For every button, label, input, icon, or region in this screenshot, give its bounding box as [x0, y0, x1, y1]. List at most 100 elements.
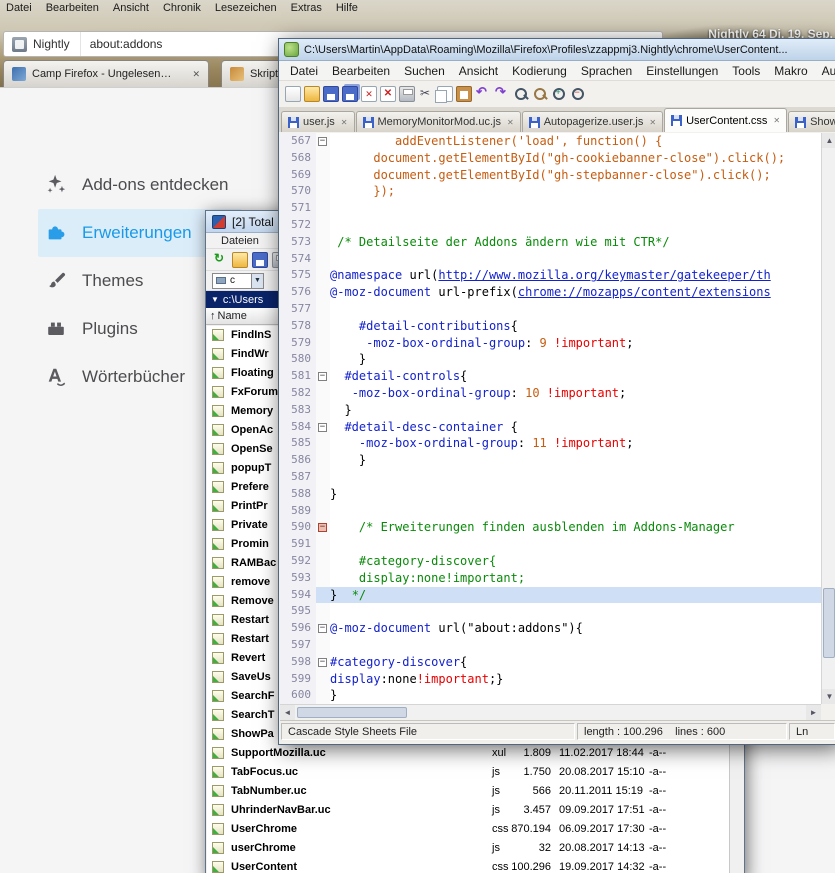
- file-row[interactable]: SupportMozilla.ucxul1.80911.02.2017 18:4…: [207, 744, 729, 763]
- fold-margin[interactable]: [316, 587, 330, 604]
- fold-margin[interactable]: [316, 553, 330, 570]
- fold-margin[interactable]: [316, 167, 330, 184]
- editor-tab[interactable]: ShowPass✕: [788, 111, 835, 132]
- code-text[interactable]: display:none!important;: [330, 570, 835, 587]
- fold-marker-icon[interactable]: −: [318, 137, 327, 146]
- file-row[interactable]: TabFocus.ucjs1.75020.08.2017 15:10-a--: [207, 763, 729, 782]
- menu-item-ausführen[interactable]: Ausführen: [815, 64, 835, 78]
- fold-margin[interactable]: [316, 150, 330, 167]
- find-icon[interactable]: [513, 86, 529, 102]
- menu-item-datei[interactable]: Datei: [283, 64, 325, 78]
- drive-selector[interactable]: c ▼: [212, 273, 264, 289]
- code-editor[interactable]: 567− addEventListener('load', function()…: [280, 133, 835, 704]
- menu-item-einstellungen[interactable]: Einstellungen: [639, 64, 725, 78]
- menu-item-makro[interactable]: Makro: [767, 64, 814, 78]
- menu-dateien[interactable]: Dateien: [214, 235, 266, 247]
- editor-vscrollbar[interactable]: ▲ ▼: [821, 133, 835, 704]
- code-text[interactable]: #category-discover{: [330, 553, 835, 570]
- fold-margin[interactable]: −: [316, 519, 330, 536]
- fold-margin[interactable]: −: [316, 368, 330, 385]
- fold-marker-icon[interactable]: −: [318, 523, 327, 532]
- code-text[interactable]: }: [330, 452, 835, 469]
- fold-margin[interactable]: −: [316, 419, 330, 436]
- fold-margin[interactable]: [316, 385, 330, 402]
- fold-margin[interactable]: [316, 402, 330, 419]
- code-text[interactable]: #detail-desc-container {: [330, 419, 835, 436]
- code-text[interactable]: #detail-contributions{: [330, 318, 835, 335]
- menu-item-ansicht[interactable]: Ansicht: [113, 2, 149, 14]
- editor-tab[interactable]: UserContent.css✕: [664, 108, 787, 132]
- tab-close-icon[interactable]: ✕: [507, 118, 514, 127]
- menu-item-suchen[interactable]: Suchen: [397, 64, 452, 78]
- code-text[interactable]: [330, 200, 835, 217]
- fold-margin[interactable]: [316, 267, 330, 284]
- code-text[interactable]: #detail-controls{: [330, 368, 835, 385]
- code-text[interactable]: document.getElementById("gh-cookiebanner…: [330, 150, 835, 167]
- redo-icon[interactable]: [494, 86, 510, 102]
- identity-button[interactable]: Nightly: [4, 32, 81, 56]
- copy-icon[interactable]: [437, 86, 453, 102]
- fold-margin[interactable]: [316, 503, 330, 520]
- fold-margin[interactable]: [316, 335, 330, 352]
- editor-titlebar[interactable]: C:\Users\Martin\AppData\Roaming\Mozilla\…: [279, 39, 835, 61]
- fold-margin[interactable]: [316, 452, 330, 469]
- code-text[interactable]: addEventListener('load', function() {: [330, 133, 835, 150]
- fold-margin[interactable]: [316, 183, 330, 200]
- fold-margin[interactable]: [316, 486, 330, 503]
- code-text[interactable]: [330, 469, 835, 486]
- new-file-icon[interactable]: [285, 86, 301, 102]
- code-text[interactable]: @-moz-document url("about:addons"){: [330, 620, 835, 637]
- save-icon[interactable]: [323, 86, 339, 102]
- fold-margin[interactable]: [316, 435, 330, 452]
- file-row[interactable]: UserContentcss100.29619.09.2017 14:32-a-…: [207, 858, 729, 873]
- fold-margin[interactable]: [316, 318, 330, 335]
- fold-margin[interactable]: −: [316, 654, 330, 671]
- editor-tab[interactable]: MemoryMonitorMod.uc.js✕: [356, 111, 521, 132]
- code-text[interactable]: #category-discover{: [330, 654, 835, 671]
- fold-margin[interactable]: [316, 251, 330, 268]
- code-text[interactable]: @-moz-document url-prefix(chrome://mozap…: [330, 284, 835, 301]
- tab-close-icon[interactable]: ✕: [773, 116, 780, 125]
- menu-item-hilfe[interactable]: Hilfe: [336, 2, 358, 14]
- code-text[interactable]: } */: [330, 587, 835, 604]
- menu-item-kodierung[interactable]: Kodierung: [505, 64, 574, 78]
- open-folder-icon[interactable]: [304, 86, 320, 102]
- scroll-left-icon[interactable]: ◄: [280, 705, 295, 720]
- tab-close-icon[interactable]: ✕: [192, 69, 200, 80]
- close-icon[interactable]: [361, 86, 377, 102]
- fold-margin[interactable]: [316, 536, 330, 553]
- code-text[interactable]: -moz-box-ordinal-group: 10 !important;: [330, 385, 835, 402]
- code-text[interactable]: -moz-box-ordinal-group: 9 !important;: [330, 335, 835, 352]
- file-row[interactable]: UhrinderNavBar.ucjs3.45709.09.2017 17:51…: [207, 801, 729, 820]
- code-text[interactable]: [330, 301, 835, 318]
- save-all-icon[interactable]: [342, 86, 358, 102]
- fold-margin[interactable]: [316, 301, 330, 318]
- editor-tab[interactable]: user.js✕: [281, 111, 355, 132]
- fold-margin[interactable]: [316, 351, 330, 368]
- fold-marker-icon[interactable]: −: [318, 423, 327, 432]
- code-text[interactable]: document.getElementById("gh-stepbanner-c…: [330, 167, 835, 184]
- menu-item-sprachen[interactable]: Sprachen: [574, 64, 639, 78]
- menu-item-chronik[interactable]: Chronik: [163, 2, 201, 14]
- print-icon[interactable]: [399, 86, 415, 102]
- tab-close-icon[interactable]: ✕: [341, 118, 348, 127]
- fold-margin[interactable]: [316, 570, 330, 587]
- code-text[interactable]: /* Detailseite der Addons ändern wie mit…: [330, 234, 835, 251]
- code-text[interactable]: [330, 503, 835, 520]
- zoom-in-icon[interactable]: [551, 86, 567, 102]
- code-text[interactable]: });: [330, 183, 835, 200]
- replace-icon[interactable]: [532, 86, 548, 102]
- scroll-down-icon[interactable]: ▼: [822, 689, 835, 704]
- menu-item-lesezeichen[interactable]: Lesezeichen: [215, 2, 277, 14]
- tab-close-icon[interactable]: ✕: [649, 118, 656, 127]
- code-text[interactable]: [330, 536, 835, 553]
- code-text[interactable]: display:none!important;}: [330, 671, 835, 688]
- code-text[interactable]: [330, 603, 835, 620]
- code-text[interactable]: [330, 637, 835, 654]
- tc-refresh-icon[interactable]: [212, 252, 228, 268]
- sidebar-item-discover[interactable]: Add-ons entdecken: [38, 161, 242, 209]
- paste-icon[interactable]: [456, 86, 472, 102]
- save-icon[interactable]: [252, 252, 268, 268]
- fold-margin[interactable]: [316, 469, 330, 486]
- fold-margin[interactable]: −: [316, 133, 330, 150]
